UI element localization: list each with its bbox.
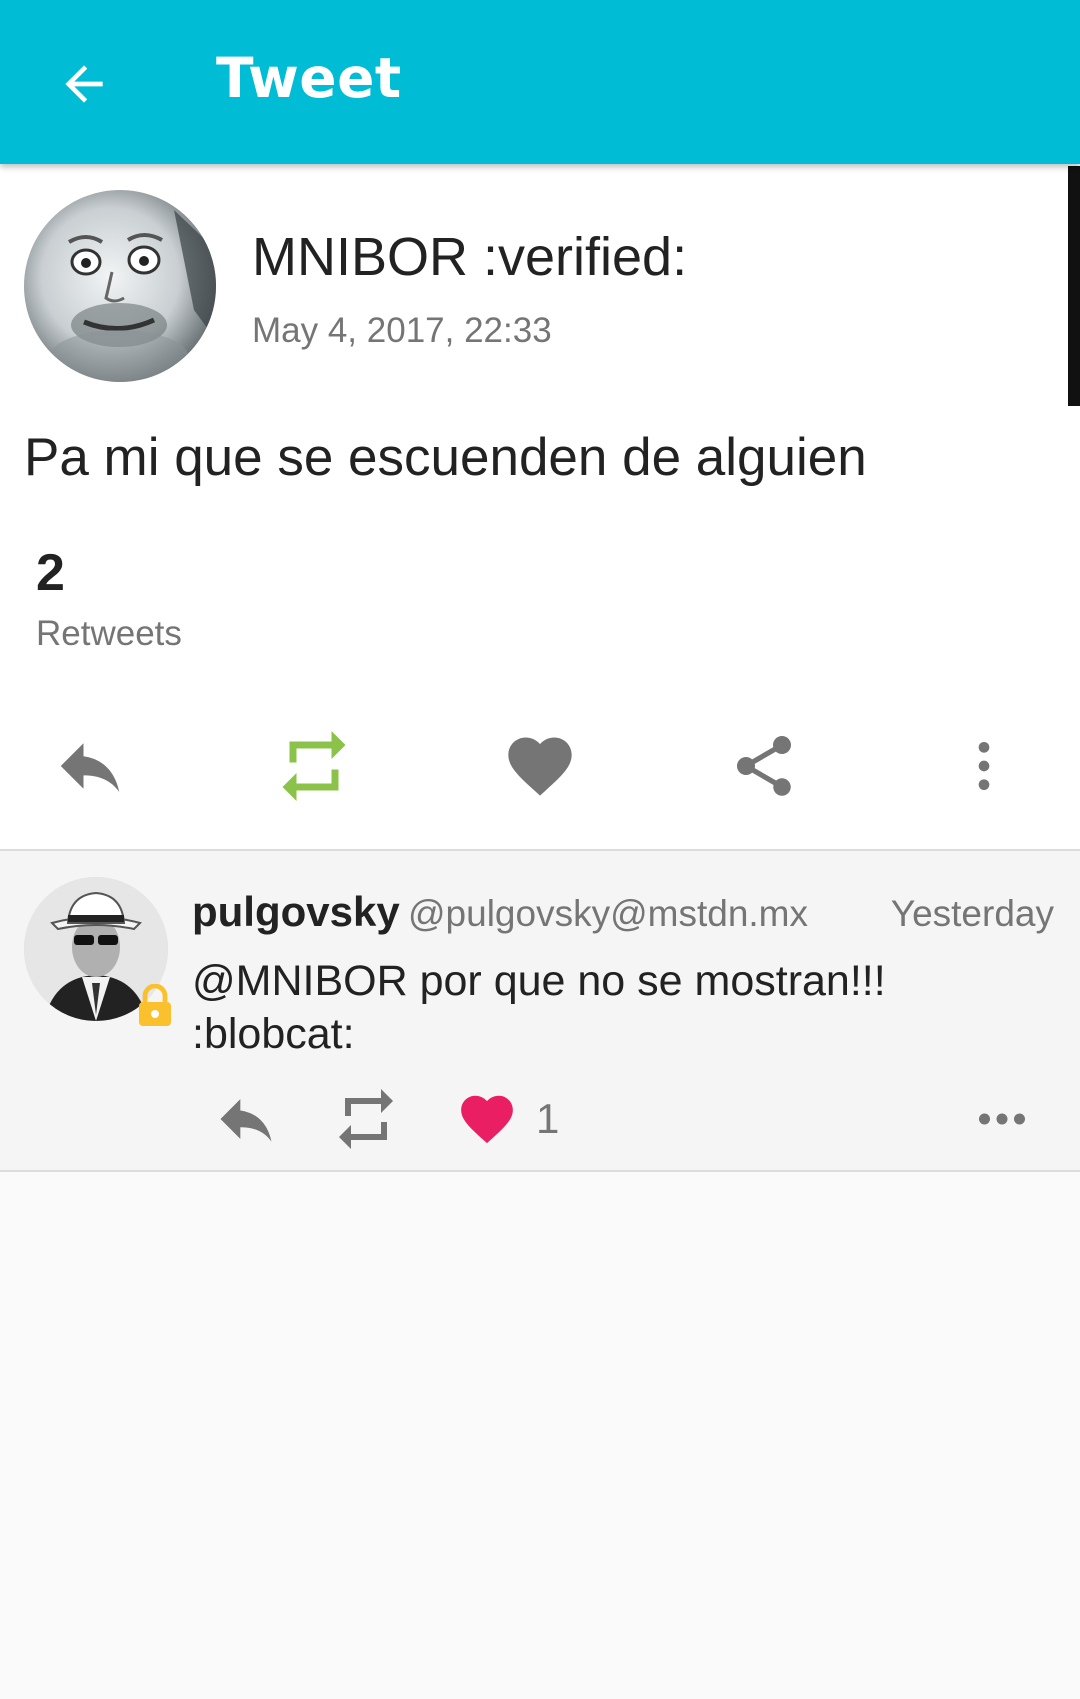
reply-icon <box>60 743 120 792</box>
reply-button[interactable] <box>42 730 138 802</box>
more-options-button[interactable] <box>936 730 1032 802</box>
reply-content: @MNIBOR por que no se mostran!!! :blobca… <box>192 957 886 1058</box>
reply-retweet-button[interactable] <box>330 1087 402 1151</box>
back-button[interactable] <box>50 50 118 118</box>
retweet-count[interactable]: 2 <box>36 543 65 603</box>
favourite-count: 1 <box>536 1095 560 1142</box>
avatar[interactable] <box>24 190 216 382</box>
retweet-icon <box>282 731 346 801</box>
locked-icon <box>135 983 175 1028</box>
heart-icon <box>461 1095 513 1144</box>
reply-timestamp: Yesterday <box>890 893 1054 934</box>
more-vertical-icon <box>978 742 990 790</box>
reply-reply-button[interactable] <box>212 1087 280 1151</box>
share-button[interactable] <box>716 730 812 802</box>
retweet-button[interactable] <box>266 730 362 802</box>
more-horizontal-icon <box>979 1113 1025 1125</box>
status-content: Pa mi que se escuenden de alguien <box>24 428 867 487</box>
avatar-image <box>24 190 216 382</box>
favourite-button[interactable] <box>492 730 588 802</box>
share-icon <box>737 736 791 796</box>
reply-favourite-button[interactable]: 1 <box>456 1087 559 1151</box>
page-title: Tweet <box>216 46 402 110</box>
retweet-count-label[interactable]: Retweets <box>36 614 182 654</box>
reply-icon <box>220 1099 272 1142</box>
arrow-back-icon <box>65 65 103 103</box>
heart-icon <box>508 737 572 796</box>
status-timestamp: May 4, 2017, 22:33 <box>252 311 552 350</box>
top-app-bar: Tweet <box>0 0 1080 164</box>
retweet-icon <box>339 1089 393 1149</box>
reply-more-button[interactable] <box>972 1087 1032 1151</box>
reply-display-name[interactable]: pulgovsky <box>192 888 400 936</box>
display-name[interactable]: MNIBOR :verified: <box>252 226 687 288</box>
scrollbar[interactable] <box>1068 166 1080 406</box>
reply-username[interactable]: @pulgovsky@mstdn.mx <box>408 893 808 935</box>
